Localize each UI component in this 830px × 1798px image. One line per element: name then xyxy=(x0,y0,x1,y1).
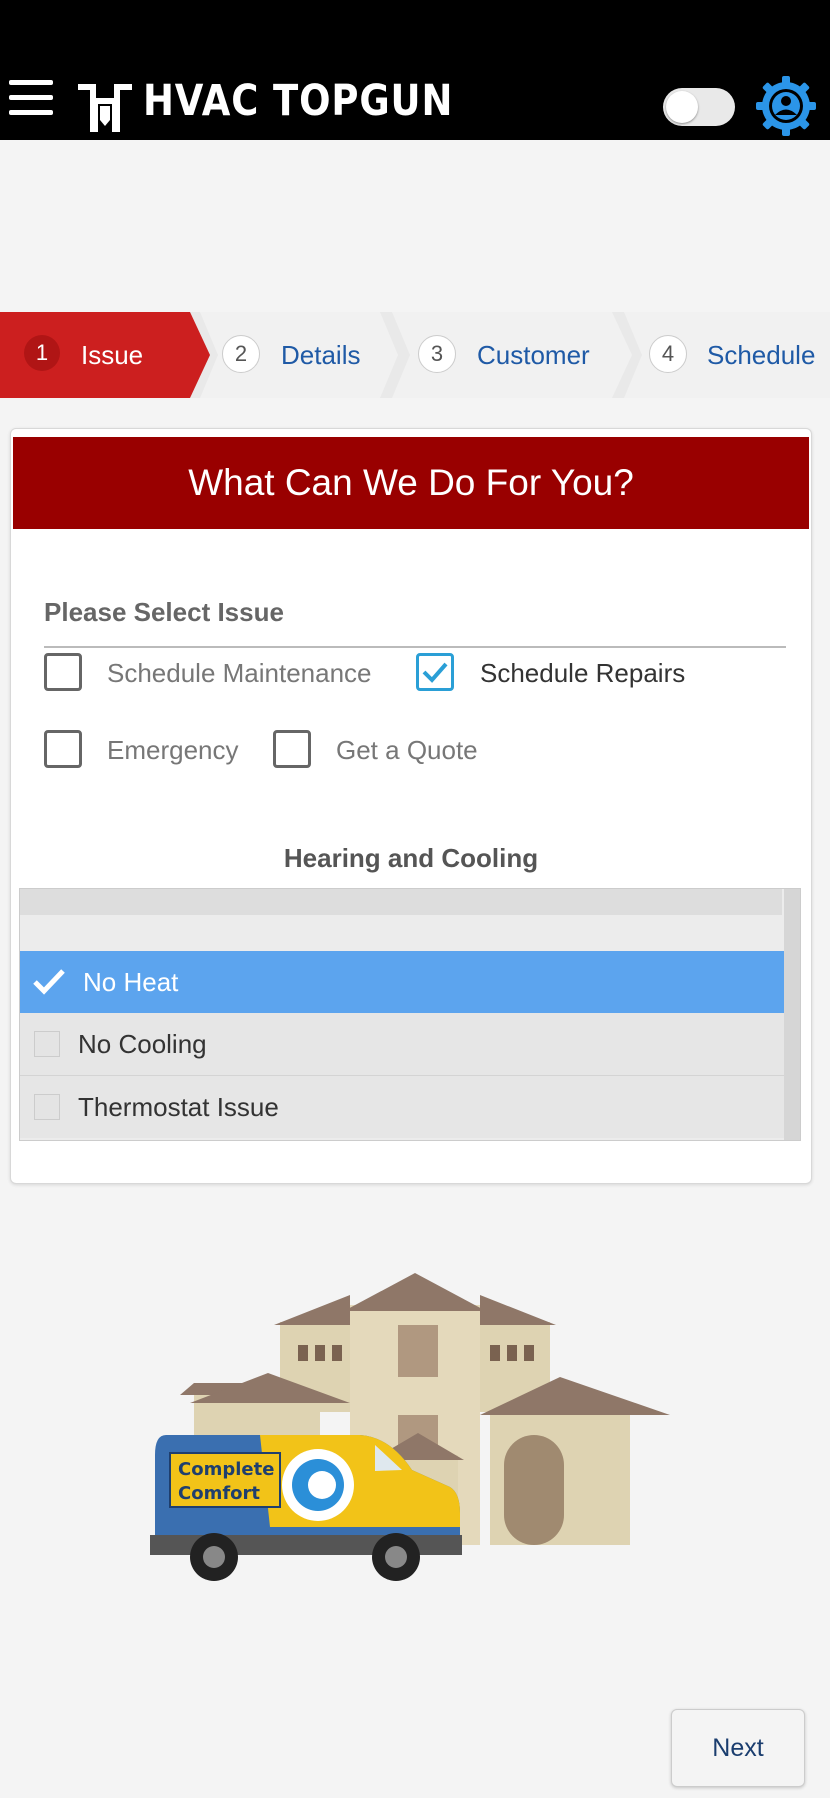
schedule-maintenance-label: Schedule Maintenance xyxy=(107,658,372,688)
step-label: Customer xyxy=(477,340,590,370)
settings-icon[interactable] xyxy=(754,74,818,138)
step-number: 1 xyxy=(24,335,60,371)
menu-icon[interactable] xyxy=(9,80,53,116)
list-item-no-cooling[interactable]: No Cooling xyxy=(20,1013,784,1076)
emergency-checkbox[interactable] xyxy=(44,730,82,768)
van-logo-line1: Complete xyxy=(178,1459,274,1480)
step-number: 4 xyxy=(649,335,687,373)
list-header-bar xyxy=(20,889,782,915)
list-item-thermostat-issue[interactable]: Thermostat Issue xyxy=(20,1076,784,1138)
step-label: Details xyxy=(281,340,361,370)
theme-toggle[interactable] xyxy=(663,88,735,126)
schedule-maintenance-checkbox[interactable] xyxy=(44,653,82,691)
list-item-checkbox xyxy=(34,1094,60,1120)
progress-stepper: 1 Issue 2 Details 3 Customer 4 Schedule xyxy=(0,312,830,398)
list-item-no-heat[interactable]: No Heat xyxy=(20,951,784,1013)
next-button[interactable]: Next xyxy=(671,1709,805,1787)
app-title: HVAC TOPGUN xyxy=(143,76,454,126)
list-item-label: No Cooling xyxy=(78,1029,207,1059)
house-van-illustration: Complete Comfort xyxy=(150,1273,670,1581)
step-number: 2 xyxy=(222,335,260,373)
get-a-quote-checkbox[interactable] xyxy=(273,730,311,768)
logo-icon xyxy=(78,84,132,132)
divider xyxy=(44,646,786,648)
step-label: Issue xyxy=(81,340,144,370)
schedule-repairs-checkbox[interactable] xyxy=(416,653,454,691)
schedule-repairs-label: Schedule Repairs xyxy=(480,658,686,688)
checkmark-icon xyxy=(422,662,448,683)
van-logo-line2: Comfort xyxy=(178,1483,260,1504)
select-issue-label: Please Select Issue xyxy=(44,597,284,627)
step-number: 3 xyxy=(418,335,456,373)
list-item-label: Thermostat Issue xyxy=(78,1092,279,1122)
issue-card: What Can We Do For You? Please Select Is… xyxy=(10,428,812,1184)
checkmark-icon xyxy=(33,969,65,995)
status-bar xyxy=(0,0,830,58)
issue-listbox[interactable]: No Heat No Cooling Thermostat Issue xyxy=(19,888,801,1141)
emergency-label: Emergency xyxy=(107,735,239,765)
list-item-checkbox xyxy=(34,1031,60,1057)
card-title: What Can We Do For You? xyxy=(13,437,809,529)
step-label: Schedule xyxy=(707,340,816,370)
get-a-quote-label: Get a Quote xyxy=(336,735,478,765)
list-scrollbar[interactable] xyxy=(784,889,800,1140)
list-item-label: No Heat xyxy=(83,967,179,997)
category-heading: Hearing and Cooling xyxy=(283,843,539,873)
